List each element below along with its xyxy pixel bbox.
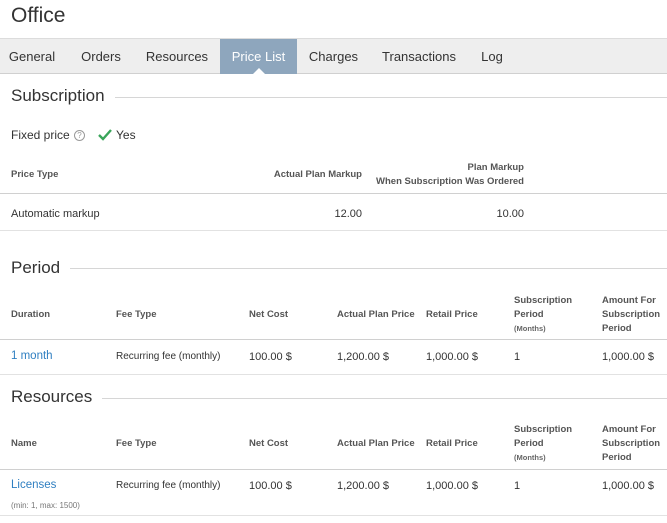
page-title: Office <box>11 4 66 27</box>
resource-name-link[interactable]: Licenses <box>11 479 56 491</box>
column-header-line: Period <box>602 323 632 334</box>
column-header-line: Period <box>602 452 632 463</box>
table-cell-actual-plan-price: 1,200.00 $ <box>337 480 389 492</box>
table-divider <box>0 230 667 231</box>
section-divider <box>92 398 667 399</box>
column-header-line: Subscription <box>602 309 661 320</box>
section-divider <box>64 268 667 269</box>
fixed-price-value: Yes <box>116 128 136 142</box>
column-header-actual-plan-price: Actual Plan Price <box>337 309 415 320</box>
table-divider <box>0 469 667 470</box>
duration-link[interactable]: 1 month <box>11 350 53 362</box>
table-cell-price-type: Automatic markup <box>11 208 100 220</box>
tab-general[interactable]: General <box>0 39 64 74</box>
table-cell-plan-markup-ordered: 10.00 <box>496 208 524 220</box>
table-cell-net-cost: 100.00 $ <box>249 351 292 363</box>
resource-limits-note: (min: 1, max: 1500) <box>11 501 80 510</box>
table-cell-retail-price: 1,000.00 $ <box>426 351 478 363</box>
column-header-amount: Amount For Subscription Period <box>602 423 660 465</box>
table-cell-actual-plan-price: 1,200.00 $ <box>337 351 389 363</box>
resources-section-title: Resources <box>11 387 103 407</box>
tab-transactions[interactable]: Transactions <box>372 39 466 74</box>
column-header-line: When Subscription Was Ordered <box>376 176 524 187</box>
table-cell-actual-plan-markup: 12.00 <box>334 208 362 220</box>
tab-resources[interactable]: Resources <box>138 39 216 74</box>
column-header-line: Period <box>514 438 544 449</box>
period-section-title: Period <box>11 258 71 278</box>
column-header-line: Amount For <box>602 424 656 435</box>
table-cell-fee-type: Recurring fee (monthly) <box>116 351 221 362</box>
column-header-fee-type: Fee Type <box>116 309 157 320</box>
column-header-plan-markup-ordered: Plan Markup When Subscription Was Ordere… <box>340 161 524 189</box>
column-header-line: Plan Markup <box>467 162 525 173</box>
checkmark-icon <box>98 129 112 141</box>
fixed-price-label: Fixed price <box>11 128 70 142</box>
question-circle-icon[interactable]: ? <box>74 130 85 141</box>
table-divider <box>0 339 667 340</box>
table-cell-subscription-period: 1 <box>514 351 521 363</box>
column-header-subscription-period: Subscription Period (Months) <box>514 423 572 465</box>
column-header-amount: Amount For Subscription Period <box>602 294 660 336</box>
tab-charges[interactable]: Charges <box>301 39 366 74</box>
table-divider <box>0 374 667 375</box>
column-header-line: Amount For <box>602 295 656 306</box>
tab-price-list[interactable]: Price List <box>220 39 297 74</box>
table-cell-subscription-period: 1 <box>514 480 521 492</box>
table-cell-fee-type: Recurring fee (monthly) <box>116 480 221 491</box>
section-divider <box>110 97 667 98</box>
tab-log[interactable]: Log <box>470 39 514 74</box>
column-header-net-cost: Net Cost <box>249 309 289 320</box>
column-header-fee-type: Fee Type <box>116 438 157 449</box>
table-divider <box>0 193 667 194</box>
table-cell-retail-price: 1,000.00 $ <box>426 480 478 492</box>
column-header-line: Period <box>514 309 544 320</box>
column-header-line: Subscription <box>514 295 573 306</box>
table-divider <box>0 515 667 516</box>
column-header-unit: (Months) <box>514 324 546 333</box>
table-cell-amount: 1,000.00 $ <box>602 351 654 363</box>
column-header-name: Name <box>11 438 37 449</box>
column-header-price-type: Price Type <box>11 169 59 180</box>
column-header-actual-plan-price: Actual Plan Price <box>337 438 415 449</box>
table-cell-amount: 1,000.00 $ <box>602 480 654 492</box>
tab-orders[interactable]: Orders <box>68 39 134 74</box>
column-header-line: Subscription <box>514 424 573 435</box>
column-header-retail-price: Retail Price <box>426 309 478 320</box>
column-header-duration: Duration <box>11 309 51 320</box>
tab-bar: General Orders Resources Price List Char… <box>0 38 667 74</box>
table-cell-net-cost: 100.00 $ <box>249 480 292 492</box>
column-header-retail-price: Retail Price <box>426 438 478 449</box>
subscription-section-title: Subscription <box>11 86 115 106</box>
column-header-subscription-period: Subscription Period (Months) <box>514 294 572 336</box>
column-header-net-cost: Net Cost <box>249 438 289 449</box>
column-header-line: Subscription <box>602 438 661 449</box>
column-header-unit: (Months) <box>514 453 546 462</box>
